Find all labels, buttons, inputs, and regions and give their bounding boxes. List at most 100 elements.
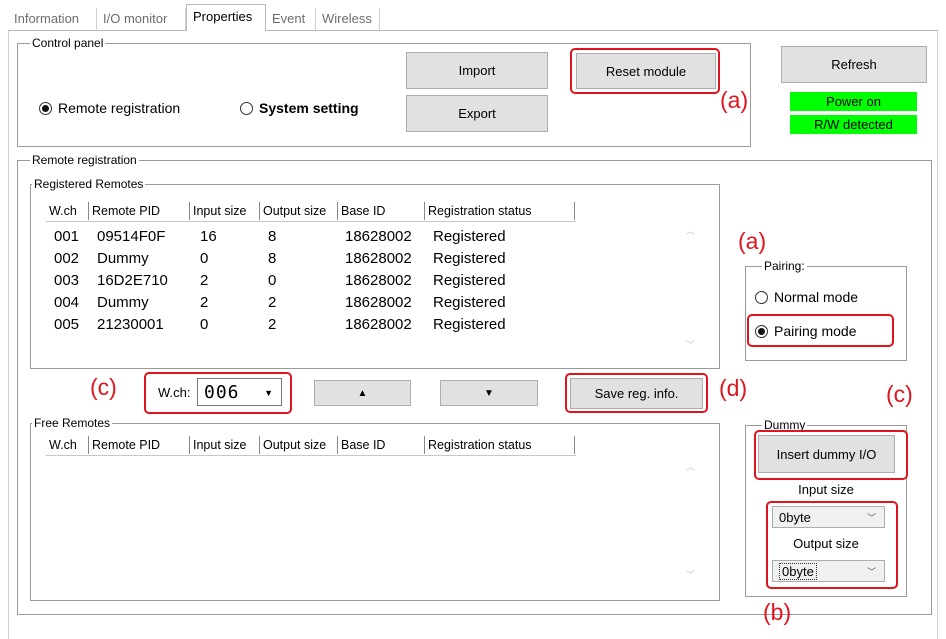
refresh-button[interactable]: Refresh <box>781 46 927 83</box>
cell-output-size: 8 <box>268 228 277 245</box>
cell-output-size: 8 <box>268 250 277 267</box>
table-row[interactable]: 001 09514F0F 16 8 18628002 Registered <box>46 226 686 248</box>
import-button[interactable]: Import <box>406 52 548 89</box>
cell-status: Registered <box>433 250 506 267</box>
radio-remote-registration-dot[interactable] <box>39 101 52 115</box>
tab-strip-divider <box>8 30 938 31</box>
cell-input-size: 2 <box>200 272 209 289</box>
output-size-select[interactable]: 0byte ﹀ <box>772 560 885 582</box>
table-row[interactable]: 005 21230001 0 2 18628002 Registered <box>46 314 686 336</box>
radio-pairing-mode[interactable]: Pairing mode <box>755 323 857 339</box>
radio-system-setting-label: System setting <box>259 100 359 116</box>
tab-information[interactable]: Information <box>8 8 97 30</box>
status-rw-detected: R/W detected <box>790 115 917 134</box>
scroll-down-arrow-icon[interactable]: ﹀ <box>686 338 695 351</box>
input-size-value: 0byte <box>779 509 811 525</box>
table-row[interactable]: 003 16D2E710 2 0 18628002 Registered <box>46 270 686 292</box>
output-size-label: Output size <box>793 536 859 551</box>
annotation-b-size: (b) <box>763 599 792 625</box>
col-header-base-id[interactable]: Base ID <box>338 436 425 454</box>
col-header-output-size[interactable]: Output size <box>260 202 338 220</box>
radio-system-setting-dot[interactable] <box>240 101 253 115</box>
cell-output-size: 2 <box>268 316 277 333</box>
col-header-input-size[interactable]: Input size <box>190 202 260 220</box>
export-button[interactable]: Export <box>406 95 548 132</box>
annotation-c-wch: (c) <box>90 374 117 400</box>
wch-select[interactable]: 006 ▼ <box>197 378 282 406</box>
dummy-title: Dummy <box>762 418 808 432</box>
tab-io-monitor[interactable]: I/O monitor <box>97 8 186 30</box>
col-header-input-size[interactable]: Input size <box>190 436 260 454</box>
move-down-button[interactable]: ▼ <box>440 380 538 406</box>
annotation-c-dummy: (c) <box>886 381 913 407</box>
registered-remotes-list[interactable]: W.ch Remote PID Input size Output size B… <box>46 202 711 357</box>
cell-status: Registered <box>433 294 506 311</box>
cell-base-id: 18628002 <box>345 250 412 267</box>
free-remotes-list[interactable]: W.ch Remote PID Input size Output size B… <box>46 436 711 588</box>
move-up-button[interactable]: ▲ <box>314 380 411 406</box>
header-underline <box>46 455 576 456</box>
tab-information-label: Information <box>14 11 80 26</box>
insert-dummy-io-button[interactable]: Insert dummy I/O <box>758 435 895 473</box>
reset-module-button[interactable]: Reset module <box>576 53 716 89</box>
radio-remote-registration-label: Remote registration <box>58 100 181 116</box>
cell-remote-pid: 21230001 <box>97 316 164 333</box>
tab-wireless-label: Wireless <box>322 11 372 26</box>
col-header-base-id[interactable]: Base ID <box>338 202 425 220</box>
cell-status: Registered <box>433 316 506 333</box>
col-header-registration-status[interactable]: Registration status <box>425 436 575 454</box>
remote-registration-title: Remote registration <box>30 153 139 167</box>
scroll-up-arrow-icon[interactable]: ︿ <box>686 460 695 473</box>
tab-event[interactable]: Event <box>266 8 316 30</box>
free-remotes-title: Free Remotes <box>32 416 113 430</box>
table-row[interactable]: 002 Dummy 0 8 18628002 Registered <box>46 248 686 270</box>
scroll-down-arrow-icon[interactable]: ﹀ <box>686 568 695 581</box>
cell-input-size: 2 <box>200 294 209 311</box>
save-reg-info-button[interactable]: Save reg. info. <box>570 378 703 409</box>
col-header-registration-status[interactable]: Registration status <box>425 202 575 220</box>
free-scrollbar[interactable]: ︿ ﹀ <box>682 456 700 586</box>
radio-pairing-mode-dot[interactable] <box>755 324 768 338</box>
pairing-title: Pairing: <box>762 259 807 273</box>
tab-properties-label: Properties <box>193 9 253 24</box>
table-row[interactable]: 004 Dummy 2 2 18628002 Registered <box>46 292 686 314</box>
input-size-select[interactable]: 0byte ﹀ <box>772 506 885 528</box>
status-power-on: Power on <box>790 92 917 111</box>
annotation-d-save: (d) <box>719 375 748 401</box>
chevron-down-icon: ﹀ <box>866 566 876 577</box>
cell-wch: 002 <box>54 250 80 267</box>
col-header-remote-pid[interactable]: Remote PID <box>89 436 190 454</box>
cell-wch: 003 <box>54 272 80 289</box>
tab-event-label: Event <box>272 11 306 26</box>
wch-label: W.ch: <box>158 385 191 400</box>
cell-remote-pid: Dummy <box>97 294 149 311</box>
col-header-wch[interactable]: W.ch <box>46 202 89 220</box>
tab-wireless[interactable]: Wireless <box>316 8 380 30</box>
cell-status: Registered <box>433 228 506 245</box>
cell-base-id: 18628002 <box>345 316 412 333</box>
cell-input-size: 0 <box>200 316 209 333</box>
annotation-a-reset: (a) <box>720 87 749 113</box>
wch-select-value: 006 <box>204 382 240 403</box>
chevron-down-icon: ▼ <box>264 388 273 398</box>
col-header-remote-pid[interactable]: Remote PID <box>89 202 190 220</box>
col-header-wch[interactable]: W.ch <box>46 436 89 454</box>
registered-scrollbar[interactable]: ︿ ﹀ <box>682 220 700 355</box>
cell-wch: 004 <box>54 294 80 311</box>
radio-remote-registration[interactable]: Remote registration <box>39 100 180 116</box>
annotation-a-pairing: (a) <box>738 228 767 254</box>
cell-input-size: 16 <box>200 228 217 245</box>
tab-properties[interactable]: Properties <box>186 4 266 31</box>
cell-remote-pid: 16D2E710 <box>97 272 168 289</box>
input-size-label: Input size <box>798 482 854 497</box>
radio-normal-mode-dot[interactable] <box>755 290 768 304</box>
radio-pairing-mode-label: Pairing mode <box>774 323 857 339</box>
cell-base-id: 18628002 <box>345 228 412 245</box>
radio-system-setting[interactable]: System setting <box>240 100 359 116</box>
col-header-output-size[interactable]: Output size <box>260 436 338 454</box>
cell-base-id: 18628002 <box>345 294 412 311</box>
scroll-up-arrow-icon[interactable]: ︿ <box>686 224 695 237</box>
radio-normal-mode[interactable]: Normal mode <box>755 289 858 305</box>
cell-output-size: 0 <box>268 272 277 289</box>
cell-wch: 005 <box>54 316 80 333</box>
